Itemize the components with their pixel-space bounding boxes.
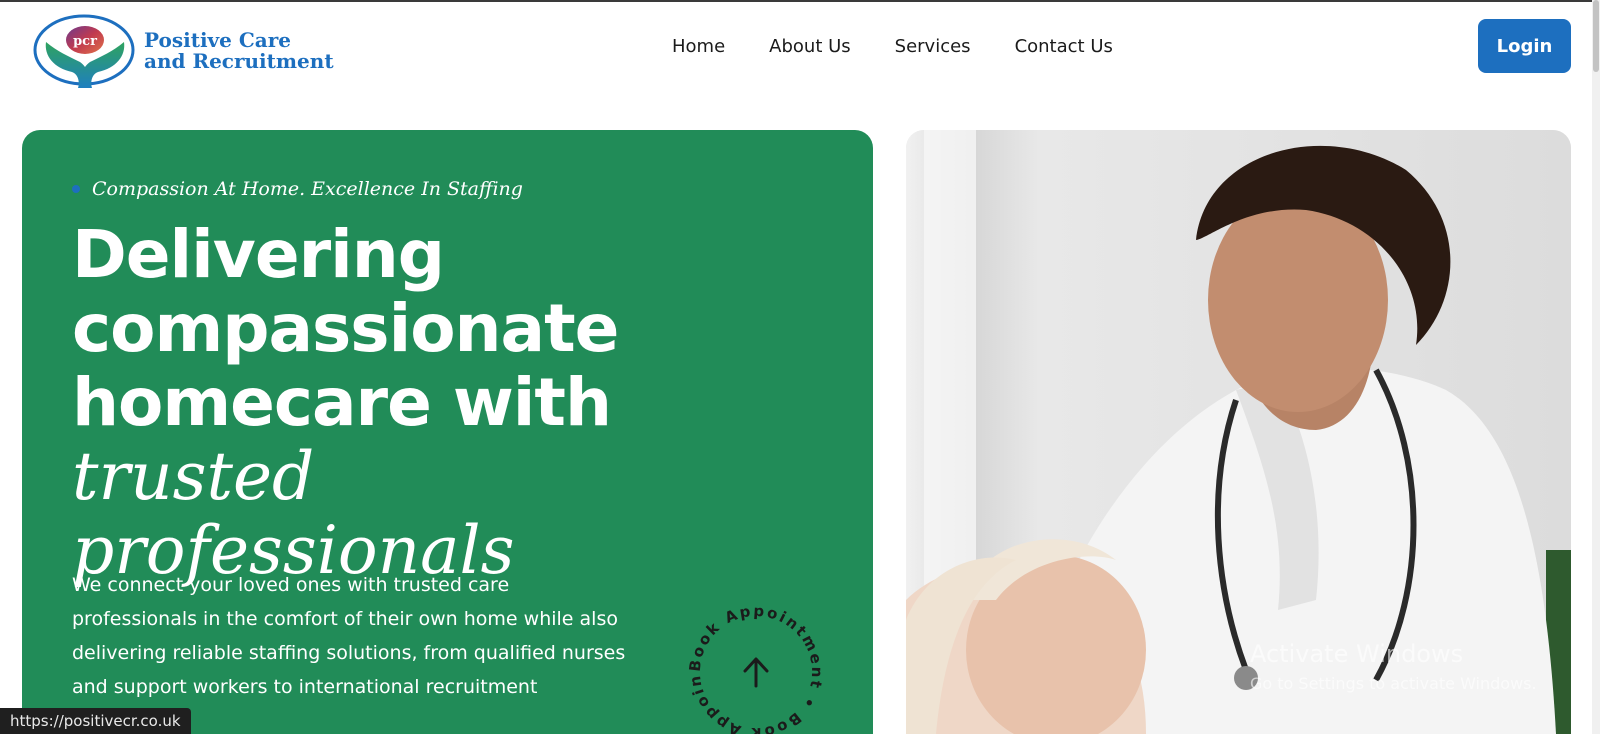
brand-name-line-2: and Recruitment	[144, 49, 334, 73]
nav-home[interactable]: Home	[672, 36, 725, 57]
hero-headline: Delivering compassionate homecare with t…	[72, 218, 832, 588]
hero-paragraph: We connect your loved ones with trusted …	[72, 574, 626, 698]
brand-name: Positive Care and Recruitment	[144, 30, 334, 72]
hero-card: Compassion At Home. Excellence In Staffi…	[22, 130, 873, 734]
login-button[interactable]: Login	[1478, 19, 1571, 73]
scrollbar-thumb[interactable]	[1593, 0, 1599, 72]
watermark-line-1: Activate Windows	[1250, 640, 1464, 668]
brand-logo-link[interactable]: pcr Positive Care and Recruitment	[32, 12, 334, 90]
windows-activation-watermark: Activate Windows Go to Settings to activ…	[1250, 640, 1537, 693]
headline-line-3: homecare with	[72, 364, 612, 441]
nav-services[interactable]: Services	[895, 36, 971, 57]
headline-line-2: compassionate	[72, 290, 619, 367]
hero-tagline: Compassion At Home. Excellence In Staffi…	[72, 178, 523, 200]
logo-mark-text: pcr	[73, 34, 97, 49]
main-nav: Home About Us Services Contact Us	[672, 36, 1113, 57]
nav-about-us[interactable]: About Us	[769, 36, 851, 57]
nav-contact-us[interactable]: Contact Us	[1015, 36, 1113, 57]
brand-name-line-1: Positive Care	[144, 28, 291, 52]
tagline-dot-icon	[72, 185, 80, 193]
page-scrollbar[interactable]	[1592, 0, 1600, 734]
headline-italic-1: trusted	[72, 438, 315, 515]
pcr-logo-icon: pcr	[32, 12, 138, 90]
book-appointment-badge[interactable]: Book Appointment • Book Appointment •	[677, 588, 826, 734]
hero-tagline-text: Compassion At Home. Excellence In Staffi…	[92, 178, 523, 200]
arrow-up-icon	[743, 657, 769, 688]
link-status-bar: https://positivecr.co.uk	[0, 708, 191, 734]
site-header: pcr Positive Care and Recruitment Home A…	[0, 2, 1600, 94]
headline-line-1: Delivering	[72, 216, 445, 293]
watermark-line-2: Go to Settings to activate Windows.	[1250, 674, 1537, 693]
